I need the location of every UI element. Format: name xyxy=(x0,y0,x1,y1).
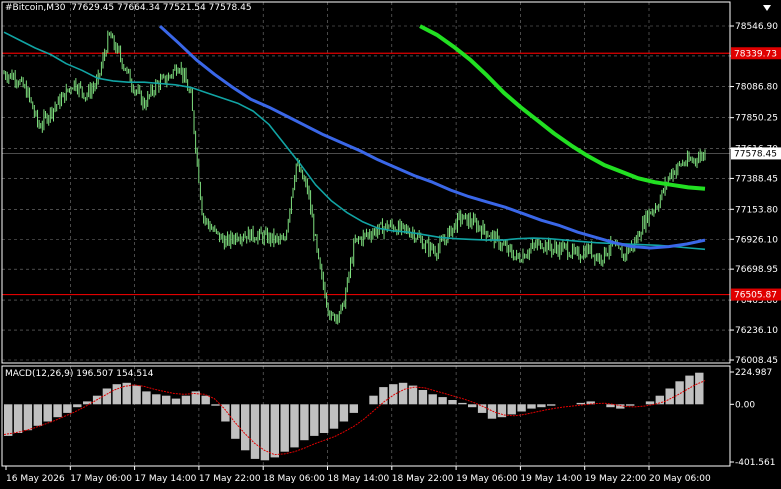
price-chart-svg[interactable]: 78546.9078319.3578086.8077850.2577616.70… xyxy=(0,0,781,489)
macd-histogram-bar xyxy=(675,381,684,405)
price-tick-label: 76926.10 xyxy=(735,235,778,245)
macd-histogram-bar xyxy=(241,404,250,451)
macd-histogram-bar xyxy=(290,404,299,448)
macd-histogram-bar xyxy=(270,404,279,458)
macd-histogram-bar xyxy=(13,404,23,433)
price-level-label: 76505.87 xyxy=(734,291,777,301)
macd-histogram-bar xyxy=(4,404,13,436)
time-tick-label: 19 May 06:00 xyxy=(456,474,518,484)
macd-histogram-bar xyxy=(152,394,161,405)
symbol-title: #Bitcoin,M30 77629.45 77664.34 77521.54 … xyxy=(5,3,252,13)
macd-histogram-bar xyxy=(43,404,52,422)
macd-tick-label: -401.561 xyxy=(735,458,775,468)
macd-tick-label: 0.00 xyxy=(735,400,755,410)
macd-histogram-bar xyxy=(517,404,526,412)
macd-histogram-bar xyxy=(319,404,329,433)
price-tick-label: 76236.10 xyxy=(735,326,778,336)
macd-histogram-bar xyxy=(53,404,62,418)
macd-histogram-bar xyxy=(171,398,181,405)
macd-histogram-bar xyxy=(329,404,339,429)
macd-histogram-bar xyxy=(23,404,33,431)
moving-average-line xyxy=(158,24,706,250)
macd-histogram-bar xyxy=(339,404,349,422)
price-level-label: 78339.73 xyxy=(734,49,777,59)
chart-window[interactable]: 78546.9078319.3578086.8077850.2577616.70… xyxy=(0,0,781,489)
time-tick-label: 17 May 14:00 xyxy=(135,474,197,484)
macd-histogram-bar xyxy=(201,395,210,405)
time-tick-label: 20 May 06:00 xyxy=(649,474,711,484)
candles xyxy=(3,30,706,325)
macd-histogram-bar xyxy=(112,384,121,405)
macd-histogram-bar xyxy=(250,404,260,459)
chart-dropdown-icon[interactable] xyxy=(763,5,771,11)
macd-histogram-bar xyxy=(33,404,42,426)
macd-panel xyxy=(3,372,706,461)
macd-histogram-bar xyxy=(428,394,437,405)
macd-histogram-bar xyxy=(211,404,220,406)
time-tick-label: 18 May 14:00 xyxy=(328,474,390,484)
macd-title: MACD(12,26,9) 196.507 154.514 xyxy=(5,369,154,379)
macd-histogram-bar xyxy=(645,401,655,405)
macd-histogram-bar xyxy=(507,404,516,415)
macd-histogram-bar xyxy=(389,384,398,405)
macd-histogram-bar xyxy=(349,404,358,413)
price-tick-label: 76008.45 xyxy=(735,356,778,366)
macd-histogram-bar xyxy=(63,404,72,413)
time-tick-label: 16 May 2026 xyxy=(6,474,65,484)
macd-panel-border xyxy=(1,365,731,467)
macd-histogram-bar xyxy=(448,400,457,405)
last-price-label: 77578.45 xyxy=(734,149,777,159)
macd-histogram-bar xyxy=(162,395,171,405)
moving-averages xyxy=(3,24,706,251)
price-tick-label: 77850.25 xyxy=(735,114,778,124)
macd-histogram-bar xyxy=(369,395,378,405)
price-tick-label: 78086.80 xyxy=(735,83,778,93)
macd-histogram-bar xyxy=(73,404,82,408)
time-tick-label: 17 May 22:00 xyxy=(199,474,261,484)
moving-average-line xyxy=(419,24,706,191)
macd-histogram-bar xyxy=(438,397,447,405)
macd-histogram-bar xyxy=(132,385,141,405)
macd-histogram-bar xyxy=(142,391,151,405)
price-tick-label: 78546.90 xyxy=(735,22,778,32)
macd-histogram-bar xyxy=(458,402,467,405)
macd-histogram-bar xyxy=(231,404,240,439)
time-tick-label: 18 May 06:00 xyxy=(263,474,325,484)
macd-histogram-bar xyxy=(487,404,497,419)
macd-histogram-bar xyxy=(300,404,309,441)
price-tick-label: 77153.80 xyxy=(735,205,778,215)
horizontal-lines xyxy=(2,52,730,296)
time-tick-label: 19 May 14:00 xyxy=(520,474,582,484)
price-tick-label: 77388.45 xyxy=(735,174,778,184)
macd-histogram-bar xyxy=(576,402,585,405)
time-tick-label: 17 May 06:00 xyxy=(70,474,132,484)
macd-histogram-bar xyxy=(468,404,477,408)
macd-histogram-bar xyxy=(537,404,546,408)
macd-histogram-bar xyxy=(606,404,615,408)
macd-tick-label: 224.987 xyxy=(735,368,772,378)
time-tick-label: 18 May 22:00 xyxy=(392,474,454,484)
price-tick-label: 76698.95 xyxy=(735,265,778,275)
macd-histogram-bar xyxy=(527,404,536,409)
time-tick-label: 19 May 22:00 xyxy=(585,474,647,484)
macd-histogram-bar xyxy=(398,382,408,405)
macd-histogram-bar xyxy=(102,388,112,405)
macd-histogram-bar xyxy=(181,395,191,405)
macd-histogram-bar xyxy=(547,404,556,406)
macd-histogram-bar xyxy=(626,404,635,406)
moving-average-line xyxy=(3,31,706,251)
macd-histogram-bar xyxy=(280,404,289,452)
macd-histogram-bar xyxy=(418,390,428,405)
macd-histogram-bar xyxy=(310,404,319,436)
macd-histogram-bar xyxy=(695,372,704,405)
macd-histogram-bar xyxy=(191,391,200,405)
macd-histogram-bar xyxy=(665,388,674,405)
